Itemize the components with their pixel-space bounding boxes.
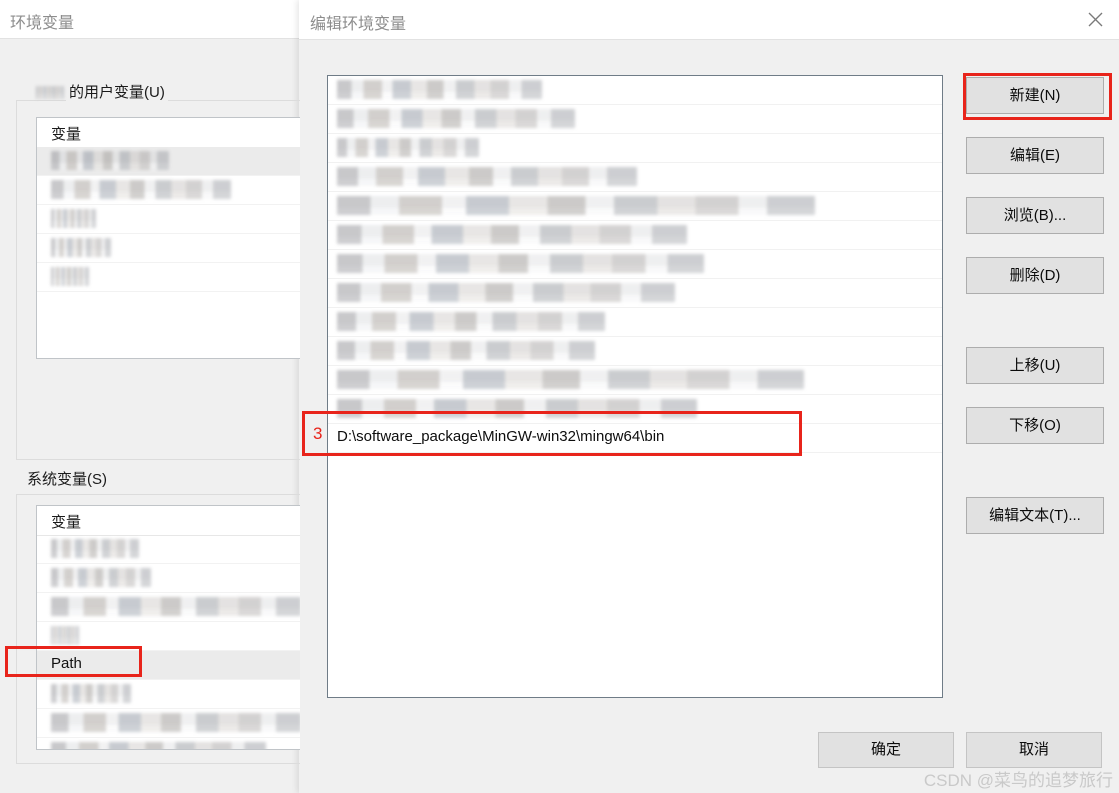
- list-item[interactable]: [37, 622, 300, 651]
- redacted-text: [51, 568, 151, 587]
- browse-button[interactable]: 浏览(B)...: [966, 197, 1104, 234]
- redacted-text: [337, 196, 815, 215]
- list-item[interactable]: [37, 680, 300, 709]
- system-variables-list-header: 变量: [37, 506, 300, 536]
- new-button[interactable]: 新建(N): [966, 77, 1104, 114]
- list-item[interactable]: [37, 176, 300, 205]
- redacted-text: [51, 238, 111, 257]
- list-item[interactable]: [37, 709, 300, 738]
- list-item[interactable]: [328, 395, 942, 424]
- redacted-text: [51, 684, 131, 703]
- user-variables-group-label: 的用户变量(U): [66, 81, 168, 102]
- environment-variables-window: 环境变量 的用户变量(U) 变量 系统变量(S) 变量 Path: [0, 0, 300, 793]
- delete-button[interactable]: 删除(D): [966, 257, 1104, 294]
- list-item[interactable]: [328, 163, 942, 192]
- move-down-button[interactable]: 下移(O): [966, 407, 1104, 444]
- move-up-button[interactable]: 上移(U): [966, 347, 1104, 384]
- redacted-text: [337, 312, 605, 331]
- system-variables-column-variable: 变量: [51, 514, 82, 531]
- dialog-titlebar: 编辑环境变量: [299, 0, 1119, 40]
- list-item[interactable]: [37, 263, 300, 292]
- list-item[interactable]: [37, 234, 300, 263]
- redacted-text: [337, 80, 542, 99]
- redacted-text: [51, 267, 89, 286]
- list-item[interactable]: [328, 308, 942, 337]
- redacted-text: [337, 109, 575, 128]
- redacted-text: [51, 742, 266, 749]
- user-variables-rows: [37, 147, 300, 292]
- redacted-text: [337, 341, 595, 360]
- close-icon[interactable]: [1072, 0, 1119, 38]
- list-item[interactable]: [37, 593, 300, 622]
- path-entries-rows: D:\software_package\MinGW-win32\mingw64\…: [328, 76, 942, 453]
- edit-environment-variable-dialog: 编辑环境变量 D:\software_package\MinGW-win32\m…: [299, 0, 1119, 793]
- list-item[interactable]: [37, 147, 300, 176]
- list-item[interactable]: [37, 535, 300, 564]
- cancel-button[interactable]: 取消: [966, 732, 1102, 768]
- list-item[interactable]: [37, 738, 300, 749]
- list-item[interactable]: [328, 337, 942, 366]
- list-item-label: Path: [51, 655, 82, 672]
- system-variables-group-label: 系统变量(S): [24, 468, 110, 489]
- redacted-text: [51, 151, 169, 170]
- redacted-text: [51, 180, 231, 199]
- list-item[interactable]: [328, 250, 942, 279]
- redacted-text: [337, 138, 479, 157]
- background-window-titlebar: 环境变量: [0, 0, 300, 39]
- list-item[interactable]: [328, 134, 942, 163]
- system-variables-list[interactable]: 变量 Path: [36, 505, 300, 750]
- redacted-text: [51, 209, 96, 228]
- redacted-text: [337, 225, 687, 244]
- redacted-text: [337, 399, 697, 418]
- dialog-title: 编辑环境变量: [310, 16, 407, 33]
- system-variables-rows: Path: [37, 535, 300, 749]
- redacted-text: [337, 370, 804, 389]
- list-item[interactable]: [328, 192, 942, 221]
- list-item-label: D:\software_package\MinGW-win32\mingw64\…: [337, 428, 665, 445]
- redacted-text: [51, 597, 300, 616]
- edit-text-button[interactable]: 编辑文本(T)...: [966, 497, 1104, 534]
- redacted-text: [51, 626, 79, 645]
- user-variables-list-header: 变量: [37, 118, 300, 148]
- path-entries-listbox[interactable]: D:\software_package\MinGW-win32\mingw64\…: [327, 75, 943, 698]
- user-variables-username-redacted: [36, 86, 64, 99]
- list-item[interactable]: [328, 105, 942, 134]
- list-item[interactable]: [328, 279, 942, 308]
- user-variables-column-variable: 变量: [51, 126, 82, 143]
- redacted-text: [51, 713, 300, 732]
- list-item[interactable]: [328, 366, 942, 395]
- list-item[interactable]: [328, 221, 942, 250]
- redacted-text: [51, 539, 139, 558]
- background-window-title: 环境变量: [10, 15, 75, 32]
- redacted-text: [337, 283, 675, 302]
- list-item[interactable]: [37, 564, 300, 593]
- redacted-text: [337, 167, 637, 186]
- list-item[interactable]: [328, 76, 942, 105]
- redacted-text: [337, 254, 704, 273]
- edit-button[interactable]: 编辑(E): [966, 137, 1104, 174]
- list-item[interactable]: Path: [37, 651, 300, 680]
- list-item[interactable]: [37, 205, 300, 234]
- list-item[interactable]: D:\software_package\MinGW-win32\mingw64\…: [328, 424, 942, 453]
- user-variables-list[interactable]: 变量: [36, 117, 300, 359]
- ok-button[interactable]: 确定: [818, 732, 954, 768]
